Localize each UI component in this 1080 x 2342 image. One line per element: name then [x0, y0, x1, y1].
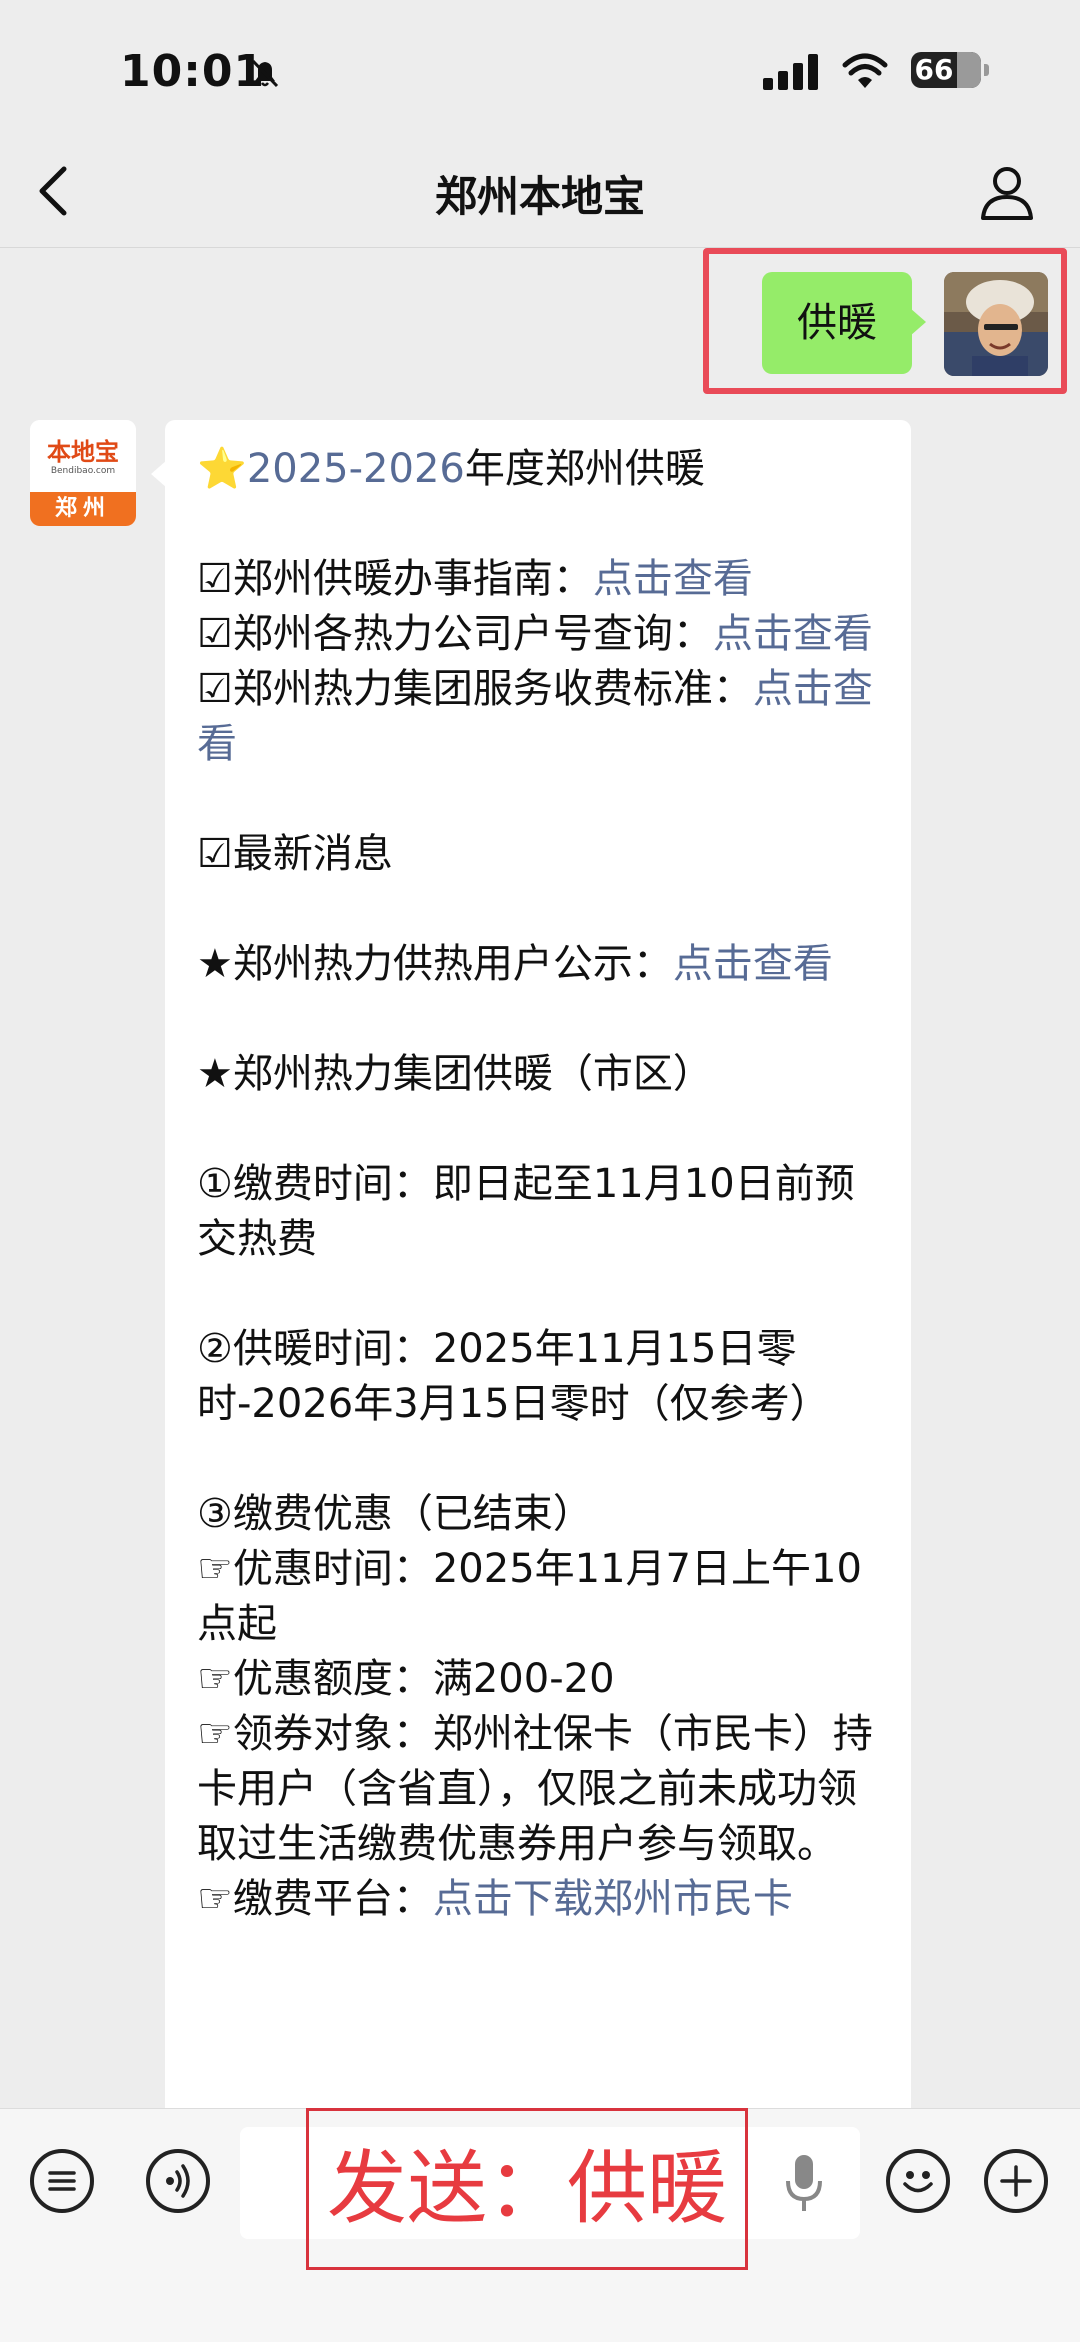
wifi-icon [842, 53, 888, 88]
list-item: ★郑州热力集团供暖（市区） [197, 1051, 713, 1097]
list-item: ☞缴费平台：点击下载郑州市民卡 [197, 1876, 793, 1922]
person-profile-icon[interactable] [978, 163, 1036, 221]
cellular-signal-icon [763, 54, 818, 90]
list-item: ①缴费时间：即日起至11月10日前预交热费 [197, 1161, 855, 1262]
bell-muted-icon [251, 59, 279, 88]
list-item: ☞领券对象：郑州社保卡（市民卡）持卡用户（含省直），仅限之前未成功领取过生活缴费… [197, 1711, 873, 1867]
send-annotation-label: 发送：供暖 [327, 2142, 727, 2235]
user-avatar-photo [944, 272, 1048, 376]
list-item: ☑郑州各热力公司户号查询：点击查看 [197, 611, 873, 657]
sent-message-bubble[interactable]: 供暖 [762, 272, 926, 374]
bot-avatar[interactable]: 本地宝 Bendibao.com 郑州 [30, 420, 136, 526]
list-item: ☑最新消息 [197, 831, 393, 877]
reply-message-bubble: ⭐2025-2026年度郑州供暖 ☑郑州供暖办事指南：点击查看 ☑郑州各热力公司… [165, 420, 911, 2120]
list-item: ☑郑州热力集团服务收费标准：点击查看 [197, 666, 873, 767]
chat-title: 郑州本地宝 [434, 172, 645, 221]
microphone-icon[interactable] [784, 2151, 824, 2217]
nav-bar: 郑州本地宝 [0, 135, 1080, 248]
link-user-notice[interactable]: 点击查看 [673, 941, 833, 987]
list-item: ☞优惠额度：满200-20 [197, 1656, 615, 1702]
menu-list-icon[interactable] [30, 2149, 94, 2213]
reply-heading: ⭐2025-2026年度郑州供暖 [197, 446, 705, 492]
emoji-icon[interactable] [886, 2149, 950, 2213]
link-account-lookup[interactable]: 点击查看 [713, 611, 873, 657]
status-bar: 10:01 66 [0, 0, 1080, 135]
highlight-box-send: 发送：供暖 [306, 2108, 748, 2270]
list-item: ☑郑州供暖办事指南：点击查看 [197, 556, 753, 602]
user-avatar[interactable] [944, 272, 1048, 376]
plus-icon[interactable] [984, 2149, 1048, 2213]
status-time: 10:01 [120, 46, 266, 97]
list-item: ★郑州热力供热用户公示：点击查看 [197, 941, 833, 987]
link-heating-guide[interactable]: 点击查看 [593, 556, 753, 602]
link-download-citizen-card[interactable]: 点击下载郑州市民卡 [433, 1876, 793, 1922]
voice-mode-icon[interactable] [146, 2149, 210, 2213]
list-item: ☞优惠时间：2025年11月7日上午10点起 [197, 1546, 862, 1647]
list-item: ③缴费优惠（已结束） [197, 1491, 593, 1537]
battery-indicator: 66 [911, 52, 989, 88]
star-icon: ⭐ [197, 446, 247, 492]
list-item: ②供暖时间：2025年11月15日零时-2026年3月15日零时（仅参考） [197, 1326, 830, 1427]
